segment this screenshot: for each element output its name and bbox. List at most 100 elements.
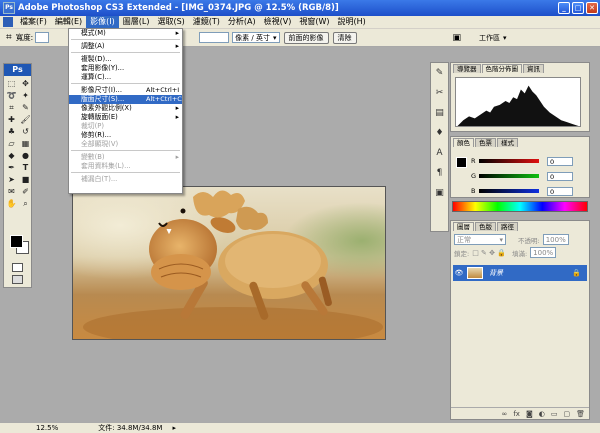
blur-tool-icon[interactable]: ◆ [5,150,18,161]
eraser-tool-icon[interactable]: ▱ [5,138,18,149]
notes-tool-icon[interactable]: ✉ [5,186,18,197]
clear-button[interactable]: 清除 [332,31,357,44]
front-image-button[interactable]: 前面的影像 [283,31,329,44]
visibility-eye-icon[interactable]: 👁 [453,269,465,277]
pen-tool-icon[interactable]: ✒ [5,162,18,173]
menu-image[interactable]: 影像(I) [86,16,119,28]
red-value-field[interactable]: 0 [547,156,573,166]
blue-slider[interactable] [479,189,539,193]
maximize-icon[interactable]: □ [572,2,584,14]
tab-navigator[interactable]: 導覽器 [453,64,481,73]
brush-tool-icon[interactable]: 🖌 [19,114,32,125]
menu-item-rotate-canvas[interactable]: 旋轉版面(E) ▸ [69,113,182,122]
eyedropper-icon[interactable]: ✐ [19,186,32,197]
link-layers-icon[interactable]: ∞ [502,410,508,418]
width-field[interactable] [35,32,50,43]
tab-info[interactable]: 資訊 [523,64,544,73]
stamp-tool-icon[interactable]: ♣ [5,126,18,137]
menu-item-adjustments[interactable]: 調整(A) ▸ [69,42,182,51]
workspace-select[interactable]: 工作區 ▾ [477,32,509,43]
blend-mode-select[interactable]: 正常 ▾ [454,234,506,245]
menu-help[interactable]: 說明(H) [334,16,370,28]
slice-tool-icon[interactable]: ✎ [19,102,32,113]
new-layer-icon[interactable]: ▢ [563,410,570,418]
screen-mode-icon[interactable] [12,275,23,284]
crop-tool-icon[interactable]: ⌗ [5,102,18,113]
opacity-field[interactable]: 100% [542,234,569,245]
menu-view[interactable]: 檢視(V) [260,16,296,28]
lasso-tool-icon[interactable]: ➰ [5,90,18,101]
brushes-icon[interactable]: ✎ [434,67,446,79]
tab-paths[interactable]: 路徑 [497,222,518,231]
menu-item-mode[interactable]: 模式(M) ▸ [69,29,182,38]
tab-styles[interactable]: 樣式 [497,138,518,147]
move-tool-icon[interactable]: ✥ [19,78,32,89]
menu-item-canvas-size[interactable]: 版面尺寸(S)... Alt+Ctrl+C [69,95,182,104]
layer-comps-icon[interactable]: ▤ [434,107,446,119]
trash-icon[interactable]: 🗑 [576,410,585,418]
green-value-field[interactable]: 0 [547,171,573,181]
green-slider[interactable] [479,174,539,178]
fill-field[interactable]: 100% [530,247,557,258]
lock-options-icon[interactable]: □ ✎ ✥ 🔒 [472,249,506,257]
resolution-field[interactable] [199,32,230,43]
menu-select[interactable]: 選取(S) [153,16,188,28]
units-select[interactable]: 像素 / 英寸 ▾ [232,32,280,43]
clone-source-icon[interactable]: ♦ [434,127,446,139]
menu-item-pixel-aspect-ratio[interactable]: 像素外觀比例(X) ▸ [69,104,182,113]
zoom-level[interactable]: 12.5% [36,424,58,432]
palette-well-icon[interactable]: ▣ [453,33,462,43]
minimize-icon[interactable]: _ [558,2,570,14]
menu-item-trim[interactable]: 修剪(R)... [69,131,182,140]
dodge-tool-icon[interactable]: ● [19,150,32,161]
tool-presets-icon[interactable]: ✂ [434,87,446,99]
magic-wand-icon[interactable]: ✦ [19,90,32,101]
menu-file[interactable]: 檔案(F) [16,16,51,28]
crop-tool-icon[interactable]: ⌗ [6,32,12,43]
doc-icon[interactable] [3,17,13,27]
app-icon[interactable]: Ps [3,2,15,14]
foreground-color-swatch[interactable] [10,235,23,248]
menu-filter[interactable]: 濾鏡(T) [189,16,224,28]
tab-channels[interactable]: 色版 [475,222,496,231]
adjustment-layer-icon[interactable]: ◐ [539,410,545,418]
menu-analysis[interactable]: 分析(A) [224,16,260,28]
menu-edit[interactable]: 編輯(E) [51,16,86,28]
character-icon[interactable]: A [434,147,446,159]
document-canvas[interactable] [72,186,386,340]
quick-mask-icon[interactable] [12,263,23,272]
menu-window[interactable]: 視窗(W) [295,16,333,28]
new-group-icon[interactable]: ▭ [551,410,558,418]
blue-value-field[interactable]: 0 [547,186,573,196]
menu-item-image-size[interactable]: 影像尺寸(I)... Alt+Ctrl+I [69,86,182,95]
menu-item-apply-image[interactable]: 套用影像(Y)... [69,64,182,73]
type-tool-icon[interactable]: T [19,162,32,173]
menu-item-duplicate[interactable]: 複製(D)... [69,55,182,64]
layer-row-background[interactable]: 👁 背景 🔒 [453,265,587,281]
tab-layers[interactable]: 圖層 [453,222,474,231]
zoom-tool-icon[interactable]: ⌕ [19,198,32,209]
tab-swatches[interactable]: 色票 [475,138,496,147]
hand-tool-icon[interactable]: ✋ [5,198,18,209]
close-icon[interactable]: ✕ [586,2,598,14]
marquee-tool-icon[interactable]: ⬚ [5,78,18,89]
layer-mask-icon[interactable]: ◙ [526,410,533,418]
healing-brush-icon[interactable]: ✚ [5,114,18,125]
menu-layer[interactable]: 圖層(L) [119,16,154,28]
paragraph-icon[interactable]: ¶ [434,167,446,179]
shape-tool-icon[interactable]: ■ [19,174,32,185]
gradient-tool-icon[interactable]: ▦ [19,138,32,149]
color-ramp[interactable] [452,201,588,212]
layer-style-icon[interactable]: fx [513,410,520,418]
width-label: 寬度: [15,33,34,42]
color-foreground-swatch[interactable] [456,157,467,168]
color-panel: 顏色 色票 樣式 R 0 G 0 B 0 [450,136,590,198]
menu-item-calculations[interactable]: 運算(C)... [69,73,182,82]
tab-histogram[interactable]: 色階分佈圖 [481,64,522,73]
red-slider[interactable] [479,159,539,163]
tab-color[interactable]: 顏色 [453,138,474,147]
status-menu-arrow-icon[interactable]: ▸ [172,424,176,432]
path-select-icon[interactable]: ➤ [5,174,18,185]
history-brush-icon[interactable]: ↺ [19,126,32,137]
actions-icon[interactable]: ▣ [434,187,446,199]
